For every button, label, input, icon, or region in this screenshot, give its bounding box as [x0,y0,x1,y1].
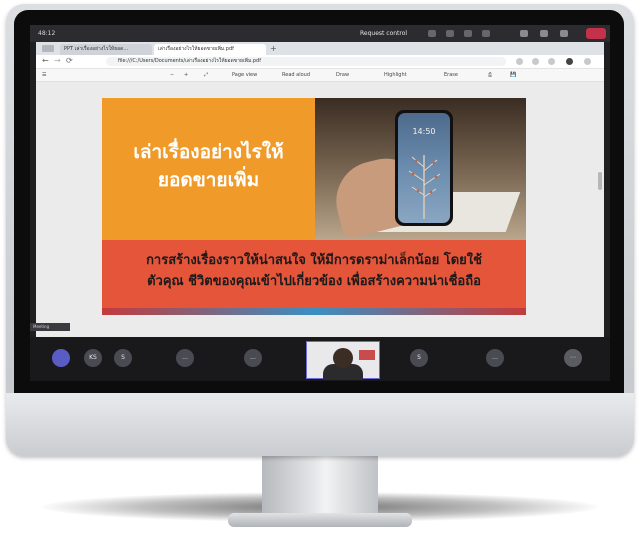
tab-actions-icon[interactable] [42,45,54,52]
participant-video-background [359,350,375,360]
slide-title-line-2: ยอดขายเพิ่ม [157,169,260,191]
refresh-icon[interactable]: ⟳ [66,56,73,65]
new-tab-icon[interactable]: + [270,44,277,53]
tab-strip: PPT เล่าเรื่องอย่างไรให้ยอด... เล่าเรื่อ… [36,42,604,55]
slide-body-text: การสร้างเรื่องราวให้น่าสนใจ ให้มีการดราม… [112,250,516,292]
scrollbar-thumb[interactable] [598,172,602,190]
save-icon[interactable]: 💾 [510,72,516,78]
camera-icon[interactable] [520,30,528,37]
zoom-in-icon[interactable]: + [184,72,188,78]
fit-page-icon[interactable]: ⤢ [204,72,208,78]
presentation-slide: เล่าเรื่องอย่างไรให้ ยอดขายเพิ่ม 14:50 ก… [102,98,526,315]
leave-meeting-button[interactable] [586,28,606,39]
meeting-app-bar: 48:12 Request control [30,25,610,42]
slide-photo: 14:50 [315,98,526,240]
monitor-stand [262,455,378,519]
people-icon[interactable] [446,30,454,37]
pdf-toolbar: ☰ − + ⤢ Page view Read aloud Draw Highli… [36,69,604,82]
profile-avatar[interactable] [566,58,573,65]
share-screen-icon[interactable] [560,30,568,37]
zoom-out-icon[interactable]: − [170,72,174,78]
address-input[interactable]: file:///C:/Users/Documents/เล่าเรื่องอย่… [106,57,506,66]
slide-footer-strip [102,308,526,315]
monitor-stand-base [228,513,412,527]
participant-avatar[interactable]: ... [486,349,504,367]
slide-title-line-1: เล่าเรื่องอย่างไรให้ [133,141,284,163]
participant-self-avatar[interactable] [52,349,70,367]
forward-icon[interactable]: → [54,56,61,65]
microphone-icon[interactable] [540,30,548,37]
participant-avatar[interactable]: S [114,349,132,367]
slide-body-line-1: การสร้างเรื่องราวให้น่าสนใจ ให้มีการดราม… [146,253,482,268]
erase-button[interactable]: Erase [444,72,458,78]
participant-avatar[interactable]: ... [244,349,262,367]
participant-avatar[interactable]: KS [84,349,102,367]
participants-bar: KS S ... ... S ... ⋯ [30,337,610,381]
participant-avatar[interactable]: ... [176,349,194,367]
slide-title: เล่าเรื่องอย่างไรให้ ยอดขายเพิ่ม [102,138,315,194]
reactions-icon[interactable] [482,30,490,37]
phone-clock: 14:50 [412,127,436,136]
print-icon[interactable]: ⎙ [488,72,492,78]
read-aloud-button[interactable]: Read aloud [282,72,310,78]
slide-body-line-2: ตัวคุณ ชีวิตของคุณเข้าไปเกี่ยวข้อง เพื่อ… [147,274,481,289]
tab-pdf[interactable]: เล่าเรื่องอย่างไรให้ยอดขายเพิ่ม.pdf [154,44,266,55]
highlight-button[interactable]: Highlight [384,72,407,78]
address-bar-row: ← → ⟳ file:///C:/Users/Documents/เล่าเรื… [36,55,604,69]
participant-avatar[interactable]: S [410,349,428,367]
back-icon[interactable]: ← [42,56,49,65]
draw-button[interactable]: Draw [336,72,349,78]
extensions-icon[interactable] [548,58,555,65]
participant-video-tile[interactable] [306,341,380,380]
monitor-screen: 48:12 Request control PPT เล่าเรื่องอย่า… [30,25,610,381]
meeting-timer: 48:12 [38,30,56,37]
browser-menu-icon[interactable] [584,58,591,65]
contents-icon[interactable]: ☰ [42,72,46,78]
monitor-chin [6,393,634,456]
chat-icon[interactable] [464,30,472,37]
phone-screen: 14:50 [398,113,450,223]
collections-icon[interactable] [532,58,539,65]
tab-presentation[interactable]: PPT เล่าเรื่องอย่างไรให้ยอด... [60,44,152,55]
smartphone-image: 14:50 [395,110,453,226]
favorites-icon[interactable] [516,58,523,65]
participant-video-head [333,348,353,368]
tree-icon [408,155,441,219]
page-view-button[interactable]: Page view [232,72,257,78]
more-participants-icon[interactable]: ⋯ [564,349,582,367]
request-control-button[interactable]: Request control [360,30,407,37]
left-panel-tag: Meeting [30,323,70,331]
more-options-icon[interactable] [428,30,436,37]
